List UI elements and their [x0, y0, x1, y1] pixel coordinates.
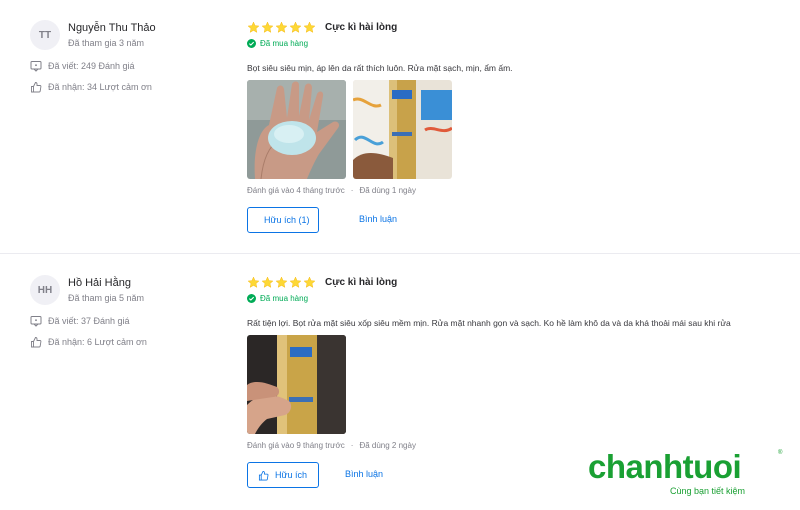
photo-product-bottle[interactable] — [353, 80, 452, 179]
review-icon — [30, 316, 42, 327]
joined-date: Đã tham gia 5 năm — [68, 293, 145, 303]
reviewer-name: Nguyễn Thu Thảo — [68, 22, 156, 34]
reviews-written: Đã viết: 37 Đánh giá — [30, 315, 130, 327]
star-icon — [303, 276, 316, 288]
star-icon — [275, 21, 288, 33]
review-date: Đánh giá vào 9 tháng trước — [247, 441, 345, 450]
logo-wordmark: chanhtuoi — [588, 448, 742, 485]
separator-dot: · — [350, 186, 354, 195]
star-rating — [247, 276, 317, 289]
used-duration: Đã dùng 2 ngày — [359, 441, 416, 450]
reviews-written: Đã viết: 249 Đánh giá — [30, 60, 135, 72]
comment-button[interactable]: Bình luận — [345, 469, 383, 479]
star-icon — [247, 276, 260, 288]
verified-purchase-text: Đã mua hàng — [260, 294, 309, 303]
helpful-button[interactable]: Hữu ích — [247, 462, 319, 488]
review-item: TT Nguyễn Thu Thảo Đã tham gia 3 năm Đã … — [0, 0, 800, 254]
rating-title: Cực kì hài lòng — [325, 22, 398, 33]
verified-purchase: Đã mua hàng — [247, 39, 308, 48]
star-icon — [261, 21, 274, 33]
separator-dot: · — [350, 441, 354, 450]
review-photos — [247, 335, 353, 434]
star-rating — [247, 21, 317, 34]
star-icon — [247, 21, 260, 33]
reviews-written-text: Đã viết: 37 Đánh giá — [48, 316, 130, 326]
thanks-received-text: Đã nhận: 6 Lượt cảm ơn — [48, 337, 147, 347]
thumbs-up-icon — [31, 82, 42, 93]
verified-purchase: Đã mua hàng — [247, 294, 308, 303]
avatar: HH — [30, 275, 60, 305]
thumbs-up-icon — [258, 470, 269, 480]
star-icon — [275, 276, 288, 288]
used-duration: Đã dùng 1 ngày — [359, 186, 416, 195]
star-icon — [303, 21, 316, 33]
comment-button[interactable]: Bình luận — [359, 214, 397, 224]
check-circle-icon — [247, 294, 256, 303]
review-icon — [30, 61, 42, 72]
avatar: TT — [30, 20, 60, 50]
thumbs-up-icon — [31, 337, 42, 348]
review-text: Bọt siêu siêu mịn, áp lên da rất thích l… — [247, 63, 513, 73]
helpful-label: Hữu ích — [275, 470, 308, 480]
review-date: Đánh giá vào 4 tháng trước — [247, 186, 345, 195]
review-meta: Đánh giá vào 9 tháng trước · Đã dùng 2 n… — [247, 441, 416, 450]
helpful-label: Hữu ích (1) — [264, 215, 310, 225]
review-text: Rất tiện lợi. Bọt rửa mặt siêu xốp siêu … — [247, 318, 731, 328]
rating-title: Cực kì hài lòng — [325, 277, 398, 288]
star-icon — [289, 276, 302, 288]
reviews-written-text: Đã viết: 249 Đánh giá — [48, 61, 135, 71]
verified-purchase-text: Đã mua hàng — [260, 39, 309, 48]
check-circle-icon — [247, 39, 256, 48]
reviewer-name: Hồ Hải Hằng — [68, 277, 131, 289]
star-icon — [289, 21, 302, 33]
joined-date: Đã tham gia 3 năm — [68, 38, 145, 48]
review-meta: Đánh giá vào 4 tháng trước · Đã dùng 1 n… — [247, 186, 416, 195]
registered-mark: ® — [778, 450, 783, 456]
helpful-button[interactable]: Hữu ích (1) — [247, 207, 319, 233]
star-icon — [261, 276, 274, 288]
photo-product-in-hand[interactable] — [247, 335, 346, 434]
review-photos — [247, 80, 459, 179]
thanks-received: Đã nhận: 6 Lượt cảm ơn — [30, 336, 147, 348]
thanks-received: Đã nhận: 34 Lượt cảm ơn — [30, 81, 152, 93]
thanks-received-text: Đã nhận: 34 Lượt cảm ơn — [48, 82, 152, 92]
photo-foam-in-hand[interactable] — [247, 80, 346, 179]
logo-tagline: Cùng bạn tiết kiệm — [670, 486, 746, 496]
chanhtuoi-logo: chanhtuoi ® Cùng bạn tiết kiệm — [588, 450, 788, 500]
